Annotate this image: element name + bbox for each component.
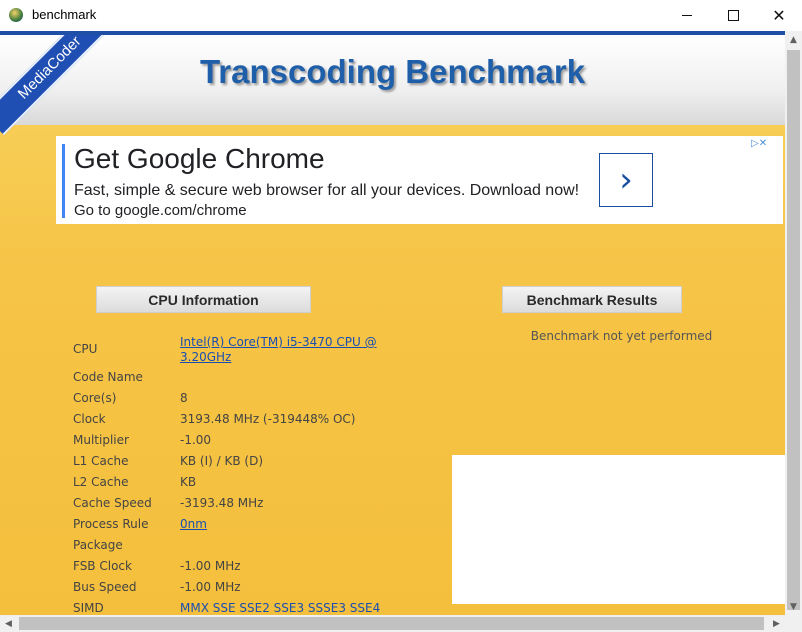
scroll-right-icon[interactable]: ▶ [768, 615, 785, 632]
process-rule-label: Process Rule [73, 517, 149, 531]
minimize-icon [682, 15, 692, 16]
cores-value: 8 [180, 391, 188, 405]
ad-description: Fast, simple & secure web browser for al… [74, 182, 580, 199]
page-content: Transcoding Benchmark MediaCoder Get Goo… [0, 35, 785, 615]
fsb-clock-label: FSB Clock [73, 559, 132, 573]
cache-speed-value: -3193.48 MHz [180, 496, 264, 510]
horizontal-scrollbar[interactable]: ◀ ▶ [0, 615, 785, 632]
results-panel [452, 455, 785, 604]
vertical-scrollbar[interactable]: ▲ ▼ [785, 31, 802, 615]
simd-value: MMX SSE SSE2 SSE3 SSSE3 SSE4 [180, 601, 381, 615]
multiplier-label: Multiplier [73, 433, 129, 447]
process-rule-value[interactable]: 0nm [180, 517, 207, 531]
ad-banner[interactable]: Get Google Chrome Fast, simple & secure … [56, 136, 783, 224]
l1-cache-value: KB (I) / KB (D) [180, 454, 264, 468]
simd-label: SIMD [73, 601, 104, 615]
cores-label: Core(s) [73, 391, 117, 405]
clock-label: Clock [73, 412, 106, 426]
cache-speed-label: Cache Speed [73, 496, 152, 510]
vertical-scroll-thumb[interactable] [787, 50, 800, 610]
horizontal-scroll-thumb[interactable] [19, 617, 764, 630]
ad-url[interactable]: Go to google.com/chrome [74, 202, 247, 219]
package-label: Package [73, 538, 123, 552]
l2-cache-label: L2 Cache [73, 475, 129, 489]
cpu-information-button[interactable]: CPU Information [96, 286, 311, 313]
cpu-value-link-continued[interactable]: 3.20GHz [180, 350, 231, 364]
scroll-down-icon[interactable]: ▼ [785, 598, 802, 615]
bus-speed-value: -1.00 MHz [180, 580, 241, 594]
title-bar: benchmark ✕ [0, 0, 802, 31]
close-icon: ✕ [772, 6, 786, 25]
ad-open-button[interactable]: › [599, 153, 653, 207]
cpu-label: CPU [73, 342, 98, 356]
maximize-icon [727, 10, 739, 21]
chevron-right-icon: › [619, 160, 633, 200]
bus-speed-label: Bus Speed [73, 580, 137, 594]
fsb-clock-value: -1.00 MHz [180, 559, 241, 573]
minimize-button[interactable] [664, 0, 710, 31]
multiplier-value: -1.00 [180, 433, 212, 447]
l2-cache-value: KB [180, 475, 197, 489]
scrollbar-corner [785, 615, 802, 632]
close-button[interactable]: ✕ [756, 0, 802, 31]
benchmark-status: Benchmark not yet performed [530, 329, 713, 343]
ad-accent-bar [62, 144, 65, 218]
benchmark-results-button[interactable]: Benchmark Results [502, 286, 682, 313]
scroll-left-icon[interactable]: ◀ [0, 615, 17, 632]
window-title: benchmark [32, 7, 97, 22]
ad-headline[interactable]: Get Google Chrome [74, 143, 325, 175]
code-name-label: Code Name [73, 370, 143, 384]
page-header: Transcoding Benchmark [0, 35, 785, 125]
clock-value: 3193.48 MHz (-319448% OC) [180, 412, 356, 426]
cpu-value-link[interactable]: Intel(R) Core(TM) i5-3470 CPU @ [180, 335, 377, 349]
l1-cache-label: L1 Cache [73, 454, 129, 468]
scroll-up-icon[interactable]: ▲ [785, 31, 802, 48]
app-icon [9, 8, 23, 22]
ad-choices-icon[interactable]: ▷✕ [751, 138, 767, 149]
page-title: Transcoding Benchmark [199, 53, 586, 90]
maximize-button[interactable] [710, 0, 756, 31]
